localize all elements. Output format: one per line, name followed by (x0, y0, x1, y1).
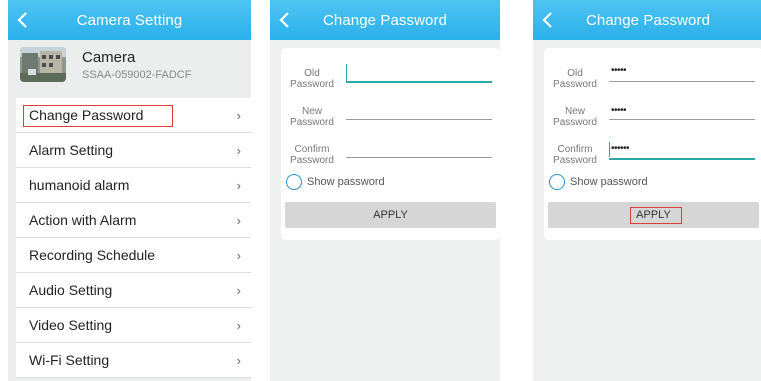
menu-item-label: humanoid alarm (29, 177, 130, 193)
change-password-screen-empty: Change Password Old Password New Passwor… (270, 0, 500, 381)
confirm-password-field[interactable]: Confirm Password (281, 144, 500, 178)
menu-item-wifi-setting[interactable]: Wi-Fi Setting › (16, 343, 251, 378)
radio-button[interactable] (549, 174, 565, 190)
selection-highlight (23, 105, 173, 127)
menu-item-label: Audio Setting (29, 282, 113, 298)
password-form-card: Old Password ••••• New Password ••••• Co… (544, 48, 761, 240)
change-password-screen-filled: Change Password Old Password ••••• New P… (533, 0, 761, 381)
new-password-input[interactable] (609, 119, 755, 120)
old-password-input[interactable] (346, 81, 492, 83)
show-password-label: Show password (307, 176, 385, 188)
new-password-field[interactable]: New Password ••••• (544, 104, 761, 138)
text-cursor (609, 142, 610, 157)
camera-thumbnail (20, 47, 66, 82)
new-password-value: ••••• (611, 105, 627, 116)
text-cursor (346, 64, 347, 81)
show-password-toggle[interactable]: Show password (286, 174, 385, 190)
page-title: Camera Setting (76, 12, 183, 29)
menu-item-alarm-setting[interactable]: Alarm Setting › (16, 133, 251, 168)
chevron-right-icon: › (236, 248, 241, 263)
show-password-toggle[interactable]: Show password (549, 174, 648, 190)
old-password-input[interactable] (609, 81, 755, 82)
old-password-field[interactable]: Old Password ••••• (544, 64, 761, 98)
apply-button[interactable]: APPLY (548, 202, 759, 228)
confirm-password-field[interactable]: Confirm Password •••••• (544, 140, 761, 174)
title-bar: Camera Setting (8, 0, 251, 40)
page-title: Change Password (585, 12, 711, 29)
chevron-right-icon: › (236, 283, 241, 298)
menu-item-change-password[interactable]: Change Password › (16, 98, 251, 133)
menu-item-label: Video Setting (29, 317, 113, 333)
menu-item-label: Alarm Setting (29, 142, 114, 158)
confirm-password-input[interactable] (346, 157, 492, 158)
confirm-password-label: Confirm Password (553, 144, 597, 166)
chevron-right-icon: › (236, 108, 241, 123)
old-password-value: ••••• (611, 65, 627, 76)
page-title: Change Password (322, 12, 448, 29)
menu-item-label: Wi-Fi Setting (29, 352, 110, 368)
chevron-right-icon: › (236, 143, 241, 158)
new-password-label: New Password (553, 106, 597, 128)
old-password-label: Old Password (290, 68, 334, 90)
settings-menu: Change Password › Alarm Setting › humano… (16, 98, 251, 378)
camera-id: SSAA-059002-FADCF (82, 69, 192, 81)
menu-item-video-setting[interactable]: Video Setting › (16, 308, 251, 343)
chevron-right-icon: › (236, 318, 241, 333)
title-bar: Change Password (533, 0, 761, 40)
camera-name: Camera (82, 49, 136, 66)
confirm-password-label: Confirm Password (290, 144, 334, 166)
title-bar: Change Password (270, 0, 500, 40)
apply-button[interactable]: APPLY (285, 202, 496, 228)
new-password-label: New Password (290, 106, 334, 128)
menu-item-label: Recording Schedule (29, 247, 156, 263)
show-password-label: Show password (570, 176, 648, 188)
new-password-input[interactable] (346, 119, 492, 120)
menu-item-humanoid-alarm[interactable]: humanoid alarm › (16, 168, 251, 203)
old-password-field[interactable]: Old Password (281, 64, 500, 98)
chevron-right-icon: › (236, 178, 241, 193)
password-form-card: Old Password New Password Confirm Passwo… (281, 48, 500, 240)
old-password-label: Old Password (553, 68, 597, 90)
confirm-password-value: •••••• (611, 143, 630, 154)
menu-item-label: Action with Alarm (29, 212, 137, 228)
radio-button[interactable] (286, 174, 302, 190)
chevron-right-icon: › (236, 213, 241, 228)
menu-item-audio-setting[interactable]: Audio Setting › (16, 273, 251, 308)
camera-setting-screen: Camera Setting Camera SSAA-059002-FADCF … (8, 0, 251, 381)
chevron-right-icon: › (236, 353, 241, 368)
menu-item-recording-schedule[interactable]: Recording Schedule › (16, 238, 251, 273)
menu-item-action-with-alarm[interactable]: Action with Alarm › (16, 203, 251, 238)
selection-highlight (630, 207, 682, 224)
new-password-field[interactable]: New Password (281, 104, 500, 138)
confirm-password-input[interactable] (609, 158, 755, 160)
